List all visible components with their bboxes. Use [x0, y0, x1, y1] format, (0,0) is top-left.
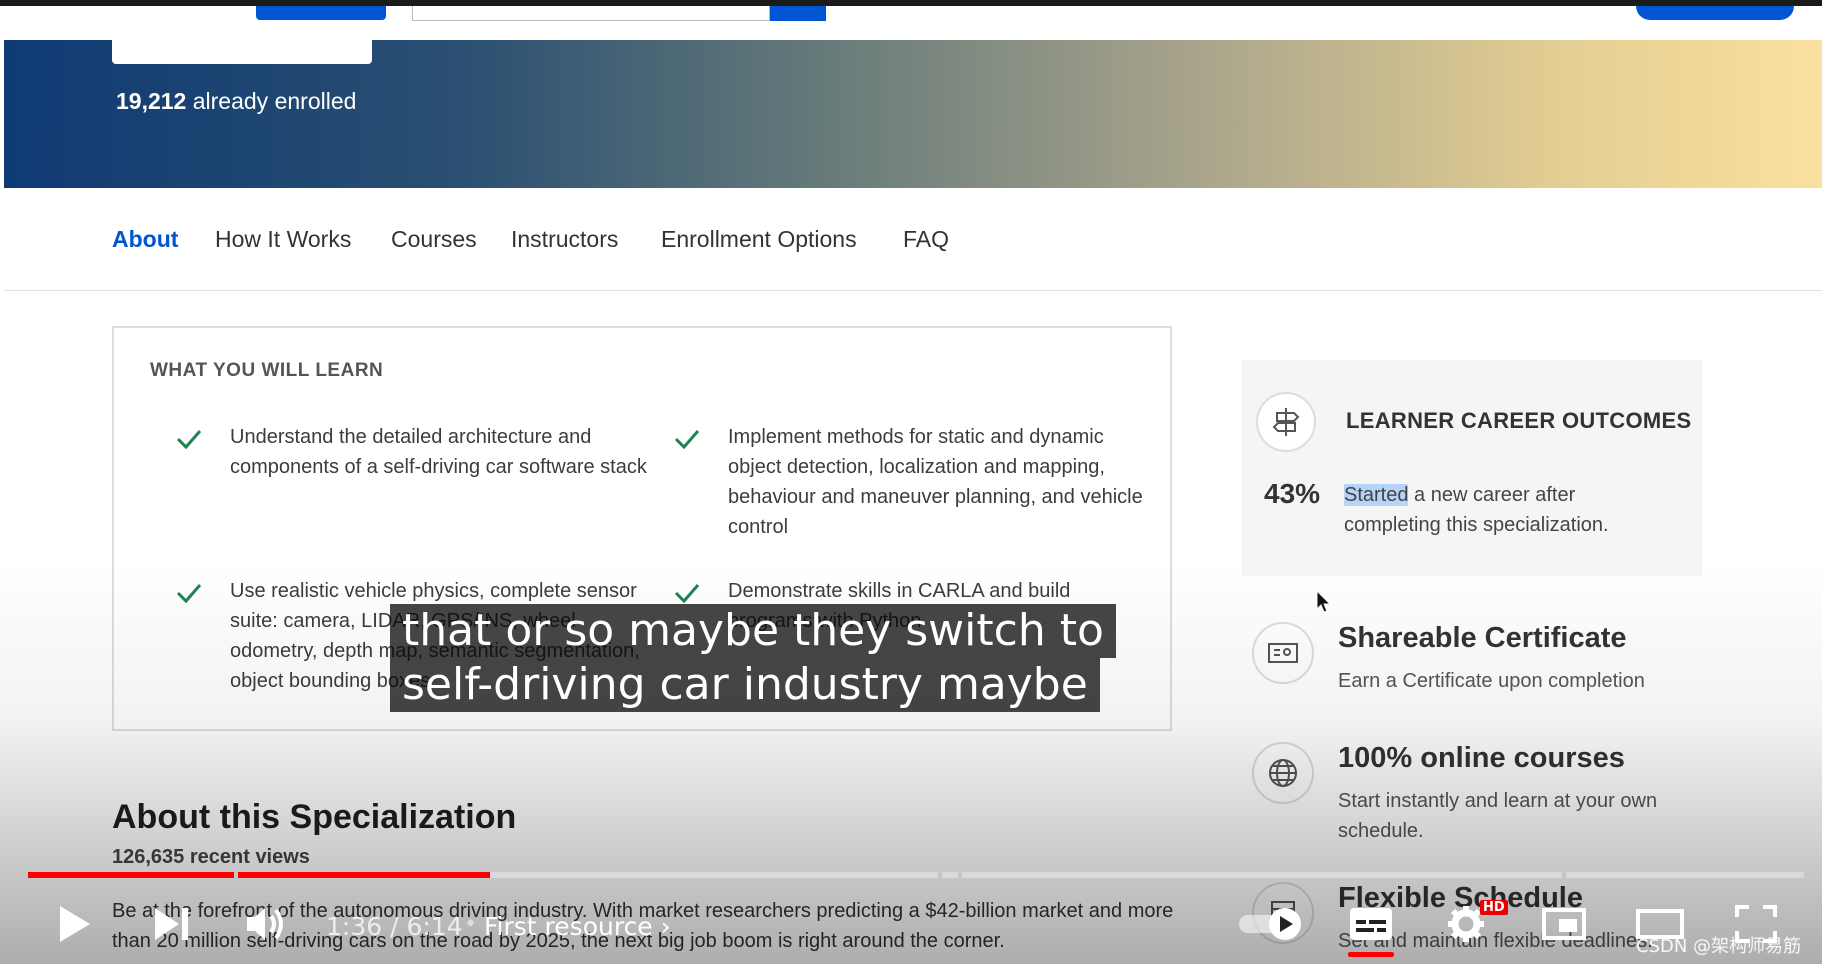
- check-icon: [176, 428, 202, 450]
- progress-played: [238, 872, 490, 878]
- check-icon: [674, 428, 700, 450]
- subtitles-icon: [1350, 908, 1392, 940]
- globe-icon: [1252, 742, 1314, 804]
- enrolled-count: 19,212 already enrolled: [116, 88, 356, 115]
- autoplay-toggle[interactable]: [1236, 906, 1308, 942]
- learn-item: Implement methods for static and dynamic…: [728, 426, 1143, 538]
- enrolled-number: 19,212: [116, 88, 187, 114]
- caption-line: self-driving car industry maybe: [390, 658, 1100, 712]
- section-nav: About How It Works Courses Instructors E…: [4, 188, 1822, 291]
- learn-item: Understand the detailed architecture and…: [230, 426, 647, 478]
- tab-enrollment-options[interactable]: Enrollment Options: [661, 226, 857, 253]
- chapter-segment[interactable]: [962, 872, 1562, 878]
- enrolled-label: already enrolled: [186, 88, 357, 114]
- video-frame[interactable]: 19,212 already enrolled About How It Wor…: [0, 0, 1822, 964]
- header-button[interactable]: [256, 6, 386, 20]
- tab-about[interactable]: About: [112, 226, 178, 253]
- tab-faq[interactable]: FAQ: [903, 226, 949, 253]
- subtitles-button[interactable]: [1346, 904, 1396, 944]
- outcomes-description: Started a new career after completing th…: [1344, 480, 1674, 540]
- outcomes-percent: 43%: [1264, 478, 1321, 509]
- chevron-right-icon: ›: [660, 912, 671, 941]
- progress-played: [28, 872, 234, 878]
- caption-line: that or so maybe they switch to: [390, 604, 1116, 658]
- career-outcomes: LEARNER CAREER OUTCOMES 43% Started a ne…: [1242, 360, 1702, 576]
- play-button[interactable]: [52, 902, 96, 946]
- chapter-segment[interactable]: [942, 872, 958, 878]
- tab-courses[interactable]: Courses: [391, 226, 477, 253]
- autoplay-icon: [1239, 908, 1301, 940]
- certificate-icon: [1252, 622, 1314, 684]
- search-button[interactable]: [770, 6, 826, 21]
- hero-banner: 19,212 already enrolled: [4, 40, 1822, 188]
- join-button[interactable]: [1636, 6, 1794, 20]
- play-icon: [60, 906, 90, 942]
- miniplayer-button[interactable]: [1540, 906, 1588, 942]
- chapter-title[interactable]: First resource ›: [484, 912, 671, 941]
- mouse-cursor-icon: [1316, 589, 1332, 618]
- site-header: [0, 0, 1822, 40]
- hd-badge: HD: [1480, 900, 1508, 915]
- subtitle-caption: that or so maybe they switch to self-dri…: [390, 604, 1116, 712]
- feature-subtitle: Earn a Certificate upon completion: [1338, 670, 1645, 692]
- watermark: CSDN @架构师易筋: [1636, 936, 1802, 957]
- miniplayer-icon: [1542, 908, 1586, 940]
- about-title: About this Specialization: [112, 798, 517, 836]
- feature-subtitle: Start instantly and learn at your own sc…: [1338, 790, 1658, 842]
- volume-button[interactable]: [244, 904, 288, 944]
- next-icon: [155, 908, 188, 940]
- time-display: 1:36 / 6:14: [326, 912, 463, 941]
- feature-title: 100% online courses: [1338, 742, 1625, 774]
- player-controls: 1:36 / 6:14 • First resource › HD: [0, 884, 1822, 964]
- enroll-button[interactable]: [112, 40, 372, 64]
- next-button[interactable]: [152, 904, 192, 944]
- selected-text[interactable]: Started: [1344, 484, 1409, 506]
- tab-how-it-works[interactable]: How It Works: [215, 226, 351, 253]
- check-icon: [674, 582, 700, 604]
- time-separator: •: [464, 912, 477, 937]
- progress-bar[interactable]: [28, 872, 1804, 878]
- check-icon: [176, 582, 202, 604]
- feature-title: Shareable Certificate: [1338, 622, 1627, 654]
- chapter-label: First resource: [484, 912, 653, 941]
- subtitles-active-indicator: [1348, 952, 1394, 957]
- outcomes-title: LEARNER CAREER OUTCOMES: [1346, 408, 1692, 433]
- chapter-segment[interactable]: [1566, 872, 1804, 878]
- tab-instructors[interactable]: Instructors: [511, 226, 618, 253]
- learn-title: WHAT YOU WILL LEARN: [150, 360, 384, 381]
- search-input[interactable]: [412, 6, 770, 21]
- about-views: 126,635 recent views: [112, 846, 310, 868]
- volume-icon: [247, 908, 283, 940]
- signpost-icon: [1256, 392, 1316, 452]
